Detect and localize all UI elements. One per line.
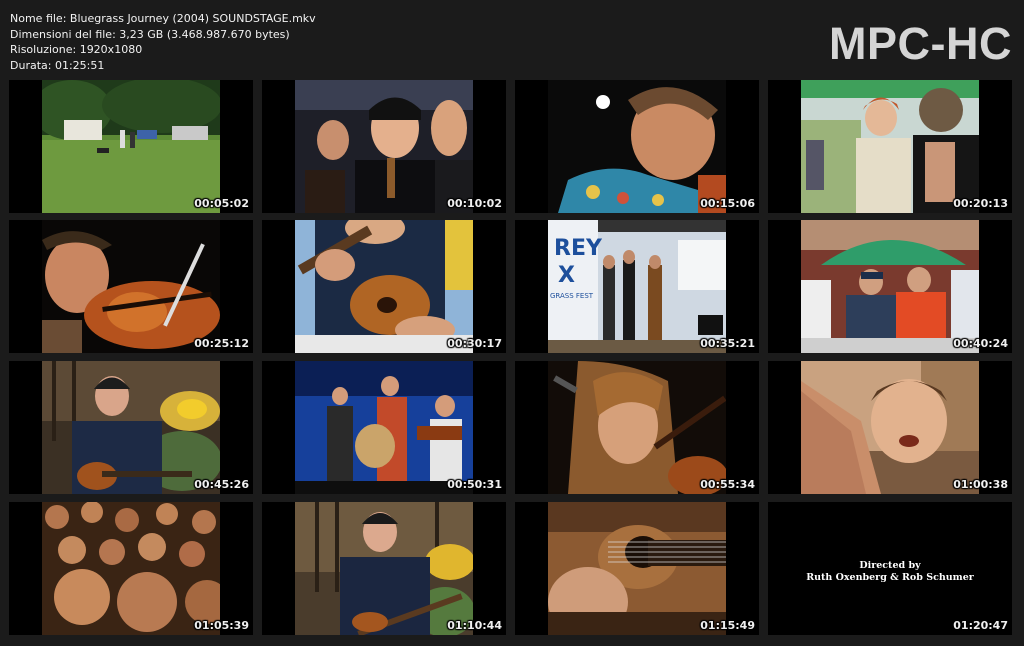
- timestamp: 00:30:17: [447, 337, 502, 350]
- timestamp: 00:50:31: [447, 478, 502, 491]
- thumbnail-tile[interactable]: 01:10:44: [262, 502, 506, 635]
- svg-text:X: X: [558, 263, 575, 288]
- frame-singer-hawaiian-shirt: [548, 80, 726, 213]
- frame-fans-under-umbrella: [801, 220, 979, 353]
- svg-text:REY: REY: [554, 236, 603, 261]
- frame-guitar-close-up: [548, 502, 726, 635]
- frame-campground-field: [42, 80, 220, 213]
- thumbnail-tile[interactable]: 00:40:24: [768, 220, 1012, 353]
- thumbnail-tile[interactable]: 00:10:02: [262, 80, 506, 213]
- timestamp: 00:15:06: [700, 197, 755, 210]
- timestamp: 00:35:21: [700, 337, 755, 350]
- credits-line-directed-by: Directed by: [859, 560, 921, 571]
- thumbnail-tile[interactable]: 01:00:38: [768, 361, 1012, 494]
- frame-band-on-festival-stage: REY X GRASS FEST: [548, 220, 726, 353]
- thumbnail-tile[interactable]: 00:20:13: [768, 80, 1012, 213]
- frame-mandolin-player-garden-2: [295, 502, 473, 635]
- thumbnail-tile[interactable]: 00:15:06: [515, 80, 759, 213]
- thumbnail-tile[interactable]: 00:45:26: [9, 361, 253, 494]
- thumbnail-tile[interactable]: 01:15:49: [515, 502, 759, 635]
- thumbnail-tile[interactable]: REY X GRASS FEST 00:35:21: [515, 220, 759, 353]
- frame-man-singing-close-up: [801, 361, 979, 494]
- frame-audience-crowd: [42, 502, 220, 635]
- timestamp: 00:20:13: [953, 197, 1008, 210]
- frame-mandolin-player: [295, 220, 473, 353]
- frame-mandolin-player-garden: [42, 361, 220, 494]
- thumbnail-tile[interactable]: 00:50:31: [262, 361, 506, 494]
- frame-young-band-on-stage: [295, 361, 473, 494]
- timestamp: 00:25:12: [194, 337, 249, 350]
- timestamp: 00:45:26: [194, 478, 249, 491]
- timestamp: 00:10:02: [447, 197, 502, 210]
- thumbnail-tile[interactable]: 00:05:02: [9, 80, 253, 213]
- frame-woman-playing-fiddle: [548, 361, 726, 494]
- timestamp: 01:10:44: [447, 619, 502, 632]
- thumbnail-tile[interactable]: 00:30:17: [262, 220, 506, 353]
- timestamp: 01:15:49: [700, 619, 755, 632]
- timestamp: 01:05:39: [194, 619, 249, 632]
- frame-festival-crowd-conversation: [801, 80, 979, 213]
- timestamp: 00:55:34: [700, 478, 755, 491]
- credits-line-directors: Ruth Oxenberg & Rob Schumer: [806, 572, 974, 583]
- timestamp: 01:20:47: [953, 619, 1008, 632]
- frame-fiddler-close-up: [42, 220, 220, 353]
- timestamp: 01:00:38: [953, 478, 1008, 491]
- thumbnail-grid: 00:05:02 00:10:02 00:15:06 00:20:13 00:2…: [0, 0, 1024, 646]
- credits-text: Directed by Ruth Oxenberg & Rob Schumer: [768, 560, 1012, 584]
- thumbnail-tile[interactable]: 01:05:39: [9, 502, 253, 635]
- svg-text:GRASS FEST: GRASS FEST: [550, 292, 594, 300]
- frame-singers-close-up: [295, 80, 473, 213]
- thumbnail-tile[interactable]: Directed by Ruth Oxenberg & Rob Schumer …: [768, 502, 1012, 635]
- thumbnail-tile[interactable]: 00:55:34: [515, 361, 759, 494]
- thumbnail-tile[interactable]: 00:25:12: [9, 220, 253, 353]
- timestamp: 00:40:24: [953, 337, 1008, 350]
- timestamp: 00:05:02: [194, 197, 249, 210]
